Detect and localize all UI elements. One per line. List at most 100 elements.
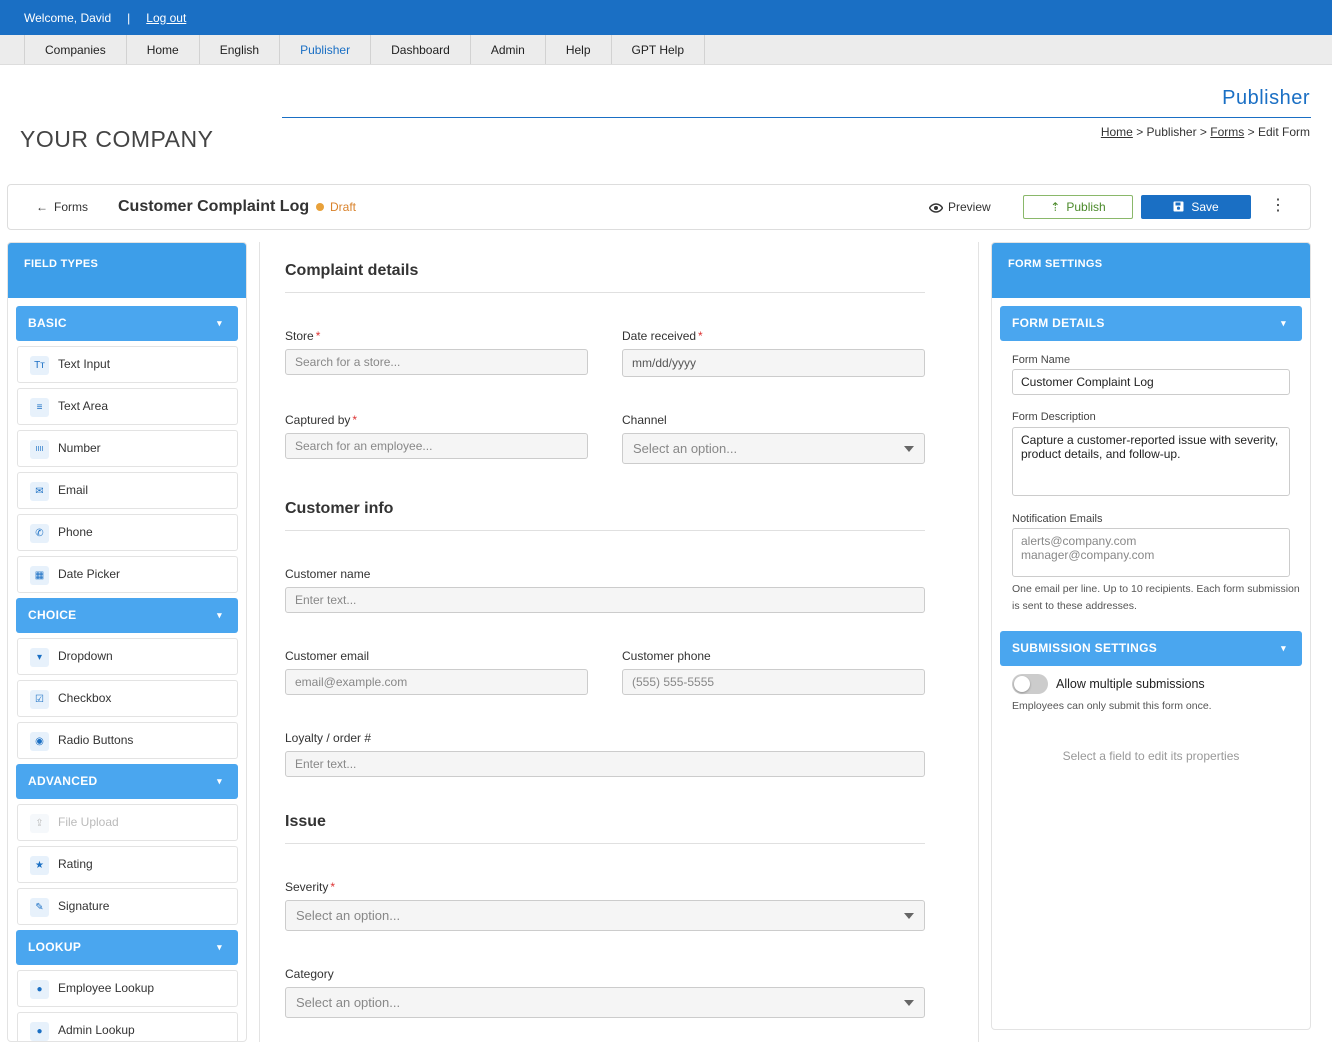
breadcrumb-sep: > (1247, 125, 1255, 139)
section-title: Issue (285, 813, 326, 830)
panel-divider (978, 242, 979, 1042)
date-received-input[interactable]: mm/dd/yyyy (622, 349, 925, 377)
breadcrumb-home[interactable]: Home (1101, 125, 1133, 139)
section-divider (285, 292, 925, 293)
submission-help: Employees can only submit this form once… (1012, 700, 1212, 712)
status-dot-icon (316, 203, 324, 211)
field-type-label: Rating (58, 857, 93, 871)
category-label: ADVANCED (28, 774, 98, 788)
phone-icon: ✆ (30, 524, 49, 543)
nav-publisher[interactable]: Publisher (280, 35, 372, 64)
main-nav: Companies Home English Publisher Dashboa… (0, 35, 1332, 65)
caret-down-icon (904, 446, 914, 452)
form-details-header[interactable]: FORM DETAILS ▾ (1000, 306, 1302, 341)
field-type-text-area[interactable]: ≡ Text Area (17, 388, 238, 425)
category-label: LOOKUP (28, 940, 82, 954)
number-icon: IIII (30, 440, 49, 459)
radio-icon: ◉ (30, 732, 49, 751)
chevron-down-icon: ▾ (217, 318, 222, 328)
publish-button[interactable]: ⇡ Publish (1023, 195, 1133, 219)
form-name-input[interactable]: Customer Complaint Log (1012, 369, 1290, 395)
customer-email-input[interactable]: email@example.com (285, 669, 588, 695)
nav-help[interactable]: Help (546, 35, 612, 64)
customer-phone-label: Customer phone (622, 649, 711, 663)
field-type-label: Admin Lookup (58, 1023, 135, 1037)
captured-by-label: Captured by * (285, 413, 357, 427)
header-divider (282, 117, 1311, 118)
notification-emails-label: Notification Emails (1012, 513, 1103, 525)
customer-phone-input[interactable]: (555) 555-5555 (622, 669, 925, 695)
field-type-signature[interactable]: ✎ Signature (17, 888, 238, 925)
store-label: Store * (285, 329, 320, 343)
field-type-rating[interactable]: ★ Rating (17, 846, 238, 883)
required-marker: * (352, 413, 358, 427)
nav-companies[interactable]: Companies (24, 35, 127, 64)
form-details-label: FORM DETAILS (1012, 316, 1105, 330)
customer-name-label: Customer name (285, 567, 371, 581)
field-type-dropdown[interactable]: ▾ Dropdown (17, 638, 238, 675)
text-icon: Tт (30, 356, 49, 375)
nav-gpt-help[interactable]: GPT Help (612, 35, 705, 64)
label-text: Severity (285, 880, 329, 894)
field-type-checkbox[interactable]: ☑ Checkbox (17, 680, 238, 717)
field-type-radio-buttons[interactable]: ◉ Radio Buttons (17, 722, 238, 759)
category-lookup[interactable]: LOOKUP ▾ (16, 930, 238, 965)
category-choice[interactable]: CHOICE ▾ (16, 598, 238, 633)
date-received-label: Date received * (622, 329, 703, 343)
preview-button[interactable]: Preview (928, 200, 991, 214)
category-advanced[interactable]: ADVANCED ▾ (16, 764, 238, 799)
channel-label: Channel (622, 413, 667, 427)
nav-english[interactable]: English (200, 35, 281, 64)
field-type-employee-lookup[interactable]: ● Employee Lookup (17, 970, 238, 1007)
category-label: Category (285, 967, 334, 981)
form-title: Customer Complaint Log (118, 198, 310, 215)
back-to-forms-button[interactable]: ← Forms (36, 200, 88, 214)
form-settings-panel: FORM SETTINGS FORM DETAILS ▾ Form Name Cu… (991, 242, 1311, 1030)
field-type-label: Checkbox (58, 691, 112, 705)
severity-select[interactable]: Select an option... (285, 900, 925, 931)
chevron-down-icon: ▾ (217, 942, 222, 952)
captured-by-search-input[interactable]: Search for an employee... (285, 433, 588, 459)
category-select[interactable]: Select an option... (285, 987, 925, 1018)
panel-divider (259, 242, 260, 1042)
section-divider (285, 530, 925, 531)
field-type-label: Text Input (58, 357, 111, 371)
field-type-label: Phone (58, 525, 93, 539)
category-basic[interactable]: BASIC ▾ (16, 306, 238, 341)
nav-admin[interactable]: Admin (471, 35, 546, 64)
submission-settings-header[interactable]: SUBMISSION SETTINGS ▾ (1000, 631, 1302, 666)
field-type-number[interactable]: IIII Number (17, 430, 238, 467)
person-icon: ● (30, 980, 49, 999)
more-options-icon[interactable]: ⋮ (1270, 197, 1286, 215)
field-type-date-picker[interactable]: ▦ Date Picker (17, 556, 238, 593)
logout-link[interactable]: Log out (146, 11, 186, 25)
form-toolbar: ← Forms Customer Complaint Log Draft Prev… (7, 184, 1311, 230)
field-type-admin-lookup[interactable]: ● Admin Lookup (17, 1012, 238, 1041)
breadcrumb-forms[interactable]: Forms (1210, 125, 1244, 139)
select-value: Select an option... (296, 995, 401, 1010)
nav-dashboard[interactable]: Dashboard (371, 35, 471, 64)
allow-multiple-submissions-toggle[interactable] (1012, 674, 1048, 694)
field-type-phone[interactable]: ✆ Phone (17, 514, 238, 551)
breadcrumb-sep: > (1199, 125, 1207, 139)
notification-emails-textarea[interactable]: alerts@company.com manager@company.com (1012, 528, 1290, 577)
field-type-email[interactable]: ✉ Email (17, 472, 238, 509)
field-type-label: Employee Lookup (58, 981, 155, 995)
field-type-label: Text Area (58, 399, 109, 413)
store-search-input[interactable]: Search for a store... (285, 349, 588, 375)
form-description-textarea[interactable]: Capture a customer-reported issue with s… (1012, 427, 1290, 496)
select-value: Select an option... (633, 441, 738, 456)
customer-name-input[interactable]: Enter text... (285, 587, 925, 613)
company-name: YOUR COMPANY (20, 126, 214, 152)
save-button[interactable]: Save (1141, 195, 1251, 219)
category-label: BASIC (28, 316, 67, 330)
channel-select[interactable]: Select an option... (622, 433, 925, 464)
star-icon: ★ (30, 856, 49, 875)
category-label: CHOICE (28, 608, 77, 622)
pen-icon: ✎ (30, 898, 49, 917)
empty-selection-hint: Select a field to edit its properties (1062, 749, 1240, 763)
loyalty-input[interactable]: Enter text... (285, 751, 925, 777)
field-type-label: Signature (58, 899, 110, 913)
nav-home[interactable]: Home (127, 35, 200, 64)
field-type-text-input[interactable]: Tт Text Input (17, 346, 238, 383)
